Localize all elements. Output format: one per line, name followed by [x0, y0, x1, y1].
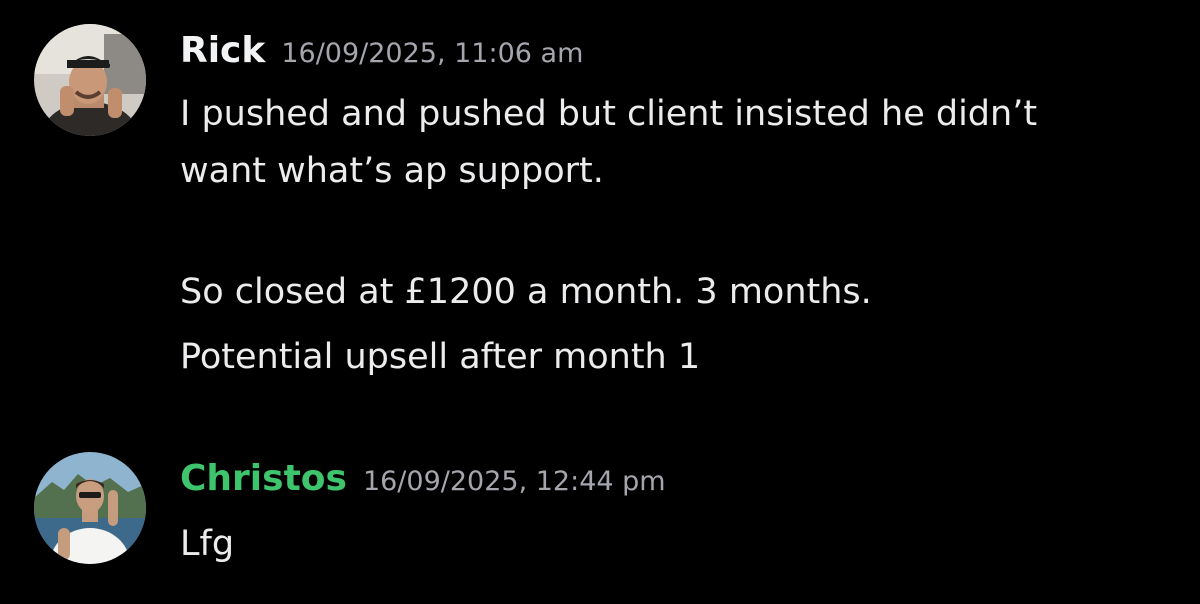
timestamp: 16/09/2025, 11:06 am: [281, 38, 584, 69]
christos-avatar[interactable]: [34, 452, 146, 564]
timestamp: 16/09/2025, 12:44 pm: [362, 466, 666, 497]
message-line: want what’s ap support.: [180, 151, 604, 191]
message-line: Potential upsell after month 1: [180, 337, 701, 377]
message-line: Lfg: [180, 524, 235, 564]
message-content: Lfg: [180, 516, 1160, 573]
message-separator: [180, 321, 1160, 329]
rick-avatar[interactable]: [34, 24, 146, 136]
message-header: Rick 16/09/2025, 11:06 am: [180, 30, 583, 71]
message-line: So closed at £1200 a month. 3 months.: [180, 272, 872, 312]
line-break: [180, 200, 1160, 264]
message-content: I pushed and pushed but client insisted …: [180, 86, 1160, 386]
message-header: Christos 16/09/2025, 12:44 pm: [180, 458, 666, 499]
username[interactable]: Rick: [180, 30, 265, 71]
christos-avatar-photo: [34, 452, 146, 564]
username[interactable]: Christos: [180, 458, 347, 499]
message-line: I pushed and pushed but client insisted …: [180, 94, 1038, 134]
rick-avatar-photo: [34, 24, 146, 136]
